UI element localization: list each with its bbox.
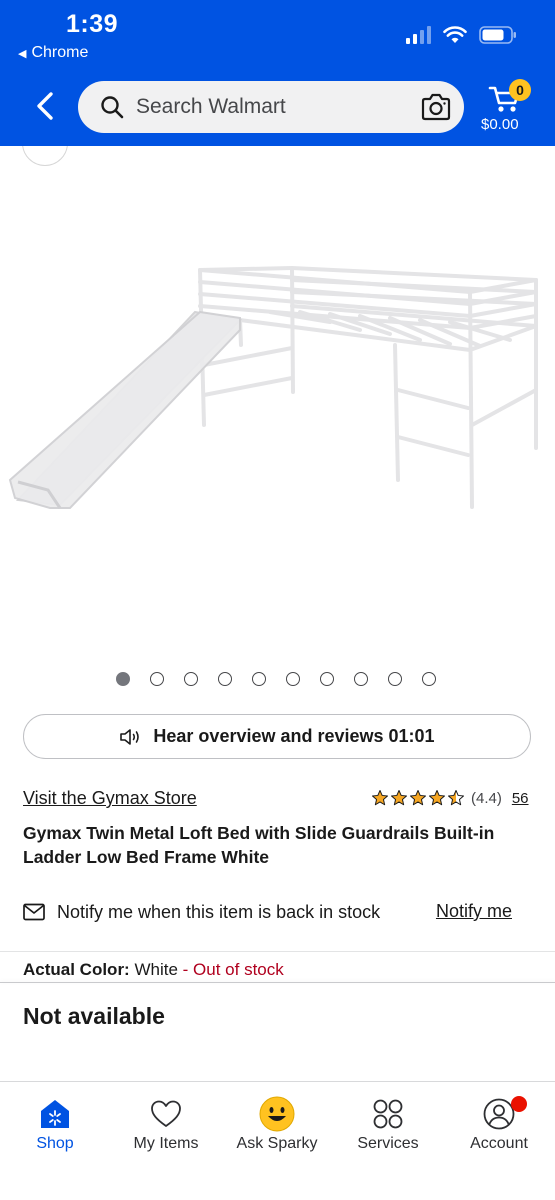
carousel-dot-9[interactable] xyxy=(388,672,402,686)
carousel-pagination xyxy=(116,672,436,686)
notify-me-link[interactable]: Notify me xyxy=(436,901,512,922)
nav-services-label: Services xyxy=(357,1135,419,1152)
wifi-icon xyxy=(443,26,467,43)
carousel-dot-1[interactable] xyxy=(116,672,130,686)
search-icon xyxy=(101,96,124,119)
product-image-carousel[interactable] xyxy=(0,146,555,656)
nav-my-items-label: My Items xyxy=(133,1135,199,1152)
sparky-icon xyxy=(259,1096,295,1132)
shop-icon xyxy=(41,1100,69,1128)
star-full-icon xyxy=(372,790,388,806)
visit-store-link[interactable]: Visit the Gymax Store xyxy=(23,788,197,809)
cart-total: $0.00 xyxy=(481,116,519,133)
nav-ask-sparky[interactable]: Ask Sparky xyxy=(227,1096,327,1153)
carousel-dot-2[interactable] xyxy=(150,672,164,686)
nav-shop-label: Shop xyxy=(36,1135,74,1152)
notify-row: Notify me when this item is back in stoc… xyxy=(23,899,523,925)
carousel-dot-6[interactable] xyxy=(286,672,300,686)
nav-account[interactable]: Account xyxy=(449,1096,549,1153)
nav-my-items[interactable]: My Items xyxy=(116,1096,216,1153)
star-full-icon xyxy=(429,790,445,806)
cellular-signal-icon xyxy=(406,26,431,44)
search-input[interactable] xyxy=(136,95,406,119)
nav-account-label: Account xyxy=(470,1135,528,1152)
nav-shop[interactable]: Shop xyxy=(5,1096,105,1153)
star-full-icon xyxy=(410,790,426,806)
variant-color-value: White xyxy=(134,960,178,979)
carousel-dot-10[interactable] xyxy=(422,672,436,686)
notify-text: Notify me when this item is back in stoc… xyxy=(57,901,381,922)
services-grid-icon xyxy=(373,1099,403,1129)
chevron-left-icon xyxy=(37,92,53,120)
back-triangle-icon: ◀ xyxy=(18,47,27,60)
product-title: Gymax Twin Metal Loft Bed with Slide Gua… xyxy=(23,823,495,867)
product-rating[interactable]: (4.4) 56 xyxy=(371,789,529,807)
rating-value: (4.4) xyxy=(471,789,502,807)
star-full-icon xyxy=(391,790,407,806)
status-back-to-app[interactable]: ◀ Chrome xyxy=(18,44,88,62)
variant-color-row: Actual Color: White - Out of stock xyxy=(23,960,284,980)
back-button[interactable] xyxy=(30,88,60,124)
camera-search-icon[interactable] xyxy=(420,92,452,122)
variant-color-label: Actual Color: xyxy=(23,960,130,979)
nav-services[interactable]: Services xyxy=(338,1096,438,1153)
carousel-dot-5[interactable] xyxy=(252,672,266,686)
speaker-icon xyxy=(120,728,140,745)
rating-stars xyxy=(371,789,465,807)
hear-overview-label: Hear overview and reviews 01:01 xyxy=(153,726,435,746)
header-bar: 1:39 ◀ Chrome Search Walmart 0 $0.00 xyxy=(0,0,555,146)
mail-icon xyxy=(23,903,45,921)
carousel-dot-8[interactable] xyxy=(354,672,368,686)
bottom-navigation: Shop My Items Ask Sparky Services Accoun… xyxy=(0,1081,555,1200)
product-photo-loft-bed xyxy=(8,266,538,509)
divider xyxy=(0,951,555,952)
review-count-link[interactable]: 56 xyxy=(512,790,529,807)
account-notification-dot xyxy=(511,1096,527,1112)
cart-count-badge: 0 xyxy=(509,79,531,101)
battery-icon xyxy=(479,26,516,44)
carousel-dot-3[interactable] xyxy=(184,672,198,686)
heart-icon xyxy=(151,1100,181,1127)
sticky-panel-divider xyxy=(0,982,555,983)
carousel-dot-7[interactable] xyxy=(320,672,334,686)
search-bar[interactable] xyxy=(78,81,464,133)
status-icons xyxy=(406,26,517,44)
availability-status: Not available xyxy=(23,1003,165,1029)
stock-status: - Out of stock xyxy=(182,960,284,979)
hear-overview-button[interactable]: Hear overview and reviews 01:01 xyxy=(23,714,531,759)
nav-ask-sparky-label: Ask Sparky xyxy=(236,1135,318,1152)
star-half-icon xyxy=(448,790,464,806)
cart-button[interactable]: 0 $0.00 xyxy=(478,78,538,138)
status-time: 1:39 xyxy=(66,10,119,38)
carousel-dot-4[interactable] xyxy=(218,672,232,686)
status-back-label: Chrome xyxy=(31,44,89,61)
